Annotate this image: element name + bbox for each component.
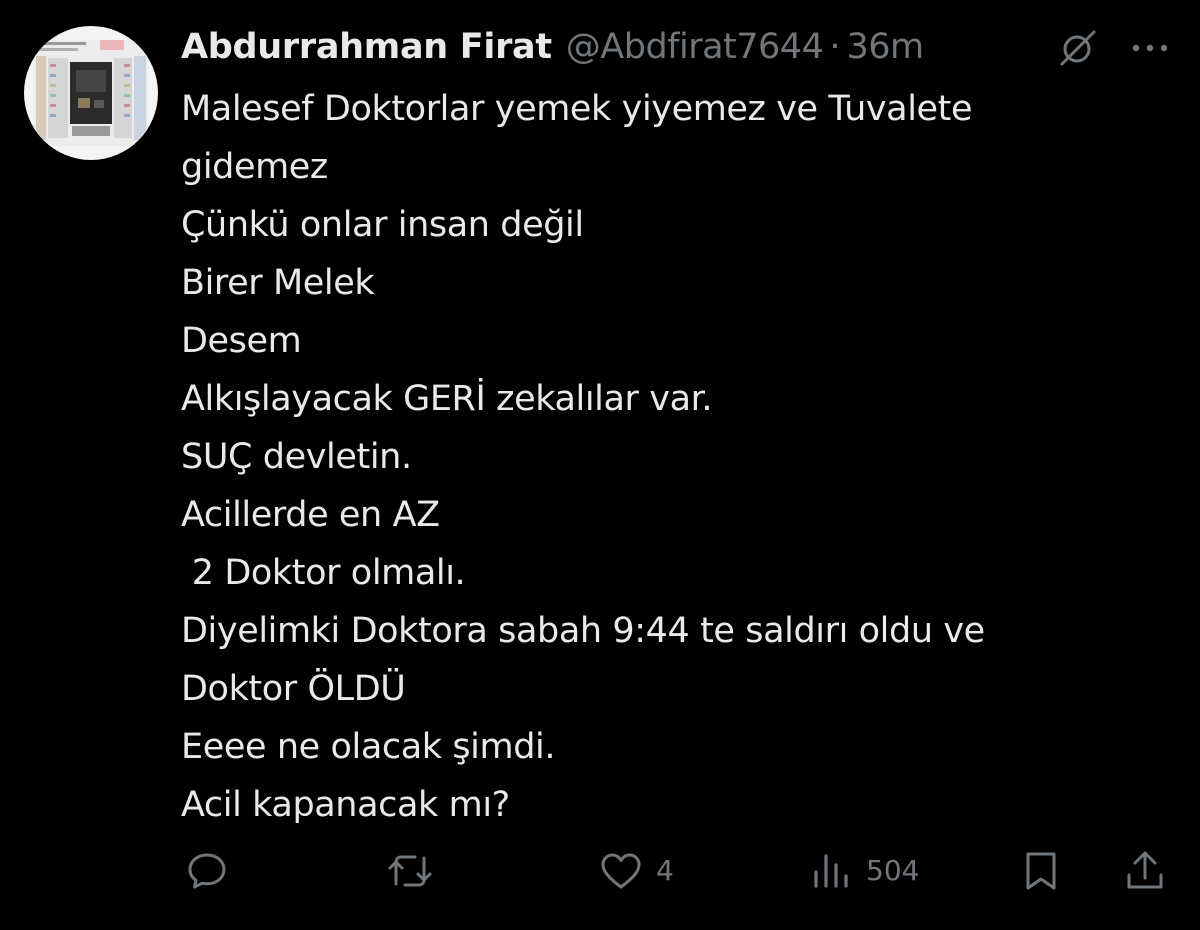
views-button[interactable]: 504 [808,846,919,896]
retweet-button[interactable] [384,846,436,896]
views-count: 504 [866,854,920,887]
bookmark-button[interactable] [1018,846,1064,896]
tweet-line: Alkışlayacak GERİ zekalılar var. [181,379,713,419]
share-button[interactable] [1122,846,1168,896]
like-button[interactable]: 4 [598,846,674,896]
avatar[interactable] [24,26,158,160]
views-icon [814,854,848,888]
share-icon [1127,851,1163,889]
tweet-line: Malesef Doktorlar yemek yiyemez ve Tuval… [181,89,973,129]
tweet-line: Diyelimki Doktora sabah 9:44 te saldırı … [181,611,985,651]
tweet-line: Doktor ÖLDÜ [181,669,406,709]
retweet-icon [388,855,432,887]
timestamp[interactable]: 36m [846,22,924,72]
tweet-line: Acil kapanacak mı? [181,785,510,825]
author-handle[interactable]: @Abdfirat7644 [566,22,824,72]
tweet-line: Eeee ne olacak şimdi. [181,727,556,767]
tweet: Abdurrahman Firat @Abdfirat7644 · 36m Ma… [0,0,1200,930]
tweet-line: Desem [181,321,302,361]
tweet-text: Malesef Doktorlar yemek yiyemez ve Tuval… [181,80,1171,834]
heart-icon [601,853,641,889]
grok-icon[interactable] [1056,28,1100,68]
author-name[interactable]: Abdurrahman Firat [181,22,552,72]
tweet-line: 2 Doktor olmalı. [181,553,466,593]
tweet-line: gidemez [181,147,328,187]
tweet-header: Abdurrahman Firat @Abdfirat7644 · 36m [181,22,924,72]
reply-button[interactable] [184,846,230,896]
like-count: 4 [656,854,674,887]
tweet-line: Acillerde en AZ [181,495,440,535]
more-icon[interactable] [1126,28,1174,68]
tweet-line: Çünkü onlar insan değil [181,205,584,245]
avatar-image [34,40,148,146]
tweet-line: SUÇ devletin. [181,437,412,477]
separator-dot: · [829,27,841,67]
tweet-line: Birer Melek [181,263,375,303]
bookmark-icon [1026,852,1056,890]
reply-icon [188,853,226,889]
